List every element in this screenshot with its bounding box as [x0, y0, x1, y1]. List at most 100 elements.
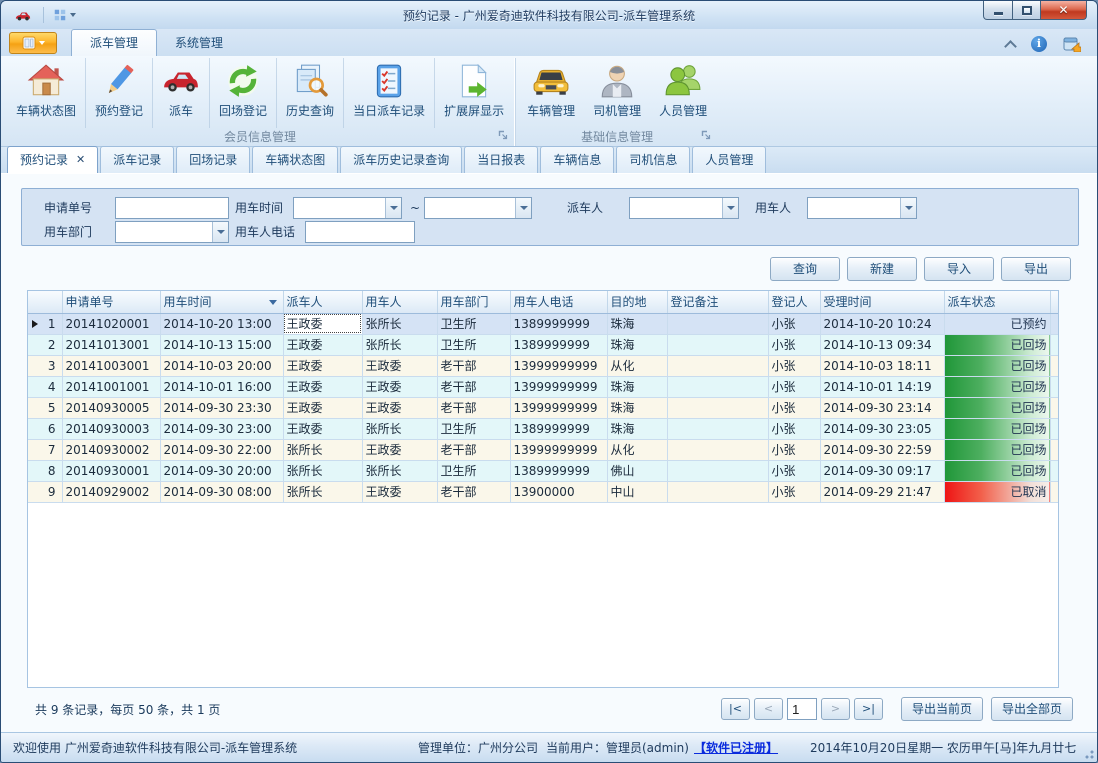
ribbon-button-history-query[interactable]: 历史查询 — [276, 58, 343, 128]
cell-派车状态[interactable]: 已回场 — [944, 334, 1050, 355]
cell-登记人[interactable]: 小张 — [768, 376, 820, 397]
cell-派车状态[interactable]: 已回场 — [944, 439, 1050, 460]
department-combo[interactable] — [115, 221, 229, 243]
row-indicator[interactable]: 8 — [28, 460, 62, 481]
cell-用车部门[interactable]: 卫生所 — [437, 418, 510, 439]
grid-header-col-7[interactable]: 登记备注 — [667, 291, 768, 313]
cell-登记备注[interactable] — [667, 439, 768, 460]
use-time-to-combo[interactable] — [424, 197, 532, 219]
row-indicator[interactable]: 5 — [28, 397, 62, 418]
combo-dropdown-button[interactable] — [515, 198, 531, 218]
ribbon-tab-dispatch[interactable]: 派车管理 — [71, 29, 157, 56]
cell-登记备注[interactable] — [667, 313, 768, 334]
cell-用车人电话[interactable]: 1389999999 — [510, 418, 607, 439]
row-indicator[interactable]: 9 — [28, 481, 62, 502]
page-number-input[interactable] — [787, 698, 817, 720]
cell-登记人[interactable]: 小张 — [768, 334, 820, 355]
ribbon-tab-system[interactable]: 系统管理 — [157, 30, 241, 56]
dialog-launcher-icon[interactable] — [701, 130, 712, 141]
resize-grip[interactable] — [1082, 747, 1094, 759]
cell-用车时间[interactable]: 2014-10-20 13:00 — [160, 313, 283, 334]
cell-用车人电话[interactable]: 1389999999 — [510, 460, 607, 481]
cell-登记备注[interactable] — [667, 418, 768, 439]
cell-申请单号[interactable]: 20140930001 — [62, 460, 160, 481]
last-page-button[interactable]: >| — [854, 698, 883, 720]
minimize-button[interactable] — [983, 1, 1013, 20]
cell-派车状态[interactable]: 已回场 — [944, 397, 1050, 418]
cell-派车人[interactable]: 王政委 — [283, 334, 362, 355]
grid-header-col-3[interactable]: 用车人 — [362, 291, 437, 313]
user-phone-input[interactable] — [305, 221, 415, 243]
dialog-launcher-icon[interactable] — [498, 130, 509, 141]
cell-用车人[interactable]: 王政委 — [362, 397, 437, 418]
doc-tab-7[interactable]: 司机信息 — [616, 146, 690, 173]
use-time-from-combo[interactable] — [293, 197, 402, 219]
skin-style-icon[interactable] — [1063, 36, 1081, 52]
cell-派车状态[interactable]: 已回场 — [944, 376, 1050, 397]
table-row[interactable]: 7201409300022014-09-30 22:00张所长王政委老干部139… — [28, 439, 1058, 460]
cell-用车人[interactable]: 张所长 — [362, 334, 437, 355]
cell-受理时间[interactable]: 2014-09-30 09:17 — [820, 460, 944, 481]
cell-受理时间[interactable]: 2014-10-20 10:24 — [820, 313, 944, 334]
cell-用车时间[interactable]: 2014-09-30 22:00 — [160, 439, 283, 460]
cell-用车人[interactable]: 王政委 — [362, 439, 437, 460]
cell-用车人电话[interactable]: 13999999999 — [510, 355, 607, 376]
cell-用车部门[interactable]: 老干部 — [437, 355, 510, 376]
cell-目的地[interactable]: 珠海 — [607, 313, 667, 334]
cell-派车状态[interactable]: 已取消 — [944, 481, 1050, 502]
cell-派车状态[interactable]: 已回场 — [944, 355, 1050, 376]
cell-用车人电话[interactable]: 1389999999 — [510, 313, 607, 334]
doc-tab-8[interactable]: 人员管理 — [692, 146, 766, 173]
export-current-page-button[interactable]: 导出当前页 — [901, 697, 983, 721]
cell-受理时间[interactable]: 2014-09-29 21:47 — [820, 481, 944, 502]
cell-用车部门[interactable]: 卫生所 — [437, 313, 510, 334]
cell-申请单号[interactable]: 20141003001 — [62, 355, 160, 376]
cell-派车人[interactable]: 张所长 — [283, 481, 362, 502]
cell-登记人[interactable]: 小张 — [768, 397, 820, 418]
cell-派车人[interactable]: 王政委 — [283, 397, 362, 418]
export-button[interactable]: 导出 — [1001, 257, 1071, 281]
cell-受理时间[interactable]: 2014-10-03 18:11 — [820, 355, 944, 376]
cell-派车人[interactable]: 王政委 — [283, 418, 362, 439]
query-button[interactable]: 查询 — [770, 257, 840, 281]
ribbon-button-return-registration[interactable]: 回场登记 — [209, 58, 276, 128]
row-indicator[interactable]: 1 — [28, 313, 62, 334]
table-row[interactable]: 4201410010012014-10-01 16:00王政委王政委老干部139… — [28, 376, 1058, 397]
doc-tab-4[interactable]: 派车历史记录查询 — [340, 146, 462, 173]
cell-用车人[interactable]: 张所长 — [362, 418, 437, 439]
cell-用车时间[interactable]: 2014-10-03 20:00 — [160, 355, 283, 376]
grid-header-col-10[interactable]: 派车状态 — [944, 291, 1050, 313]
create-button[interactable]: 新建 — [847, 257, 917, 281]
grid-header-col-1[interactable]: 用车时间 — [160, 291, 283, 313]
software-registered-link[interactable]: 【软件已注册】 — [694, 739, 810, 756]
ribbon-button-today-dispatch-records[interactable]: 当日派车记录 — [343, 58, 434, 128]
cell-派车状态[interactable]: 已回场 — [944, 460, 1050, 481]
table-row[interactable]: 6201409300032014-09-30 23:00王政委张所长卫生所138… — [28, 418, 1058, 439]
ribbon-button-reservation[interactable]: 预约登记 — [85, 58, 152, 128]
cell-用车时间[interactable]: 2014-09-30 20:00 — [160, 460, 283, 481]
row-indicator[interactable]: 7 — [28, 439, 62, 460]
user-combo[interactable] — [807, 197, 917, 219]
grid-header-col-9[interactable]: 受理时间 — [820, 291, 944, 313]
close-button[interactable]: ✕ — [1041, 1, 1087, 20]
cell-目的地[interactable]: 中山 — [607, 481, 667, 502]
cell-申请单号[interactable]: 20140930003 — [62, 418, 160, 439]
grid-header-col-8[interactable]: 登记人 — [768, 291, 820, 313]
cell-用车人电话[interactable]: 13999999999 — [510, 439, 607, 460]
cell-用车时间[interactable]: 2014-09-30 23:30 — [160, 397, 283, 418]
table-row[interactable]: 3201410030012014-10-03 20:00王政委王政委老干部139… — [28, 355, 1058, 376]
cell-登记人[interactable]: 小张 — [768, 481, 820, 502]
cell-派车状态[interactable]: 已预约 — [944, 313, 1050, 334]
grid-header-col-5[interactable]: 用车人电话 — [510, 291, 607, 313]
doc-tab-1[interactable]: 派车记录 — [100, 146, 174, 173]
cell-用车部门[interactable]: 老干部 — [437, 439, 510, 460]
prev-page-button[interactable]: < — [754, 698, 783, 720]
cell-目的地[interactable]: 从化 — [607, 355, 667, 376]
cell-派车状态[interactable]: 已回场 — [944, 418, 1050, 439]
doc-tab-5[interactable]: 当日报表 — [464, 146, 538, 173]
info-icon[interactable]: i — [1031, 36, 1047, 52]
table-row[interactable]: 5201409300052014-09-30 23:30王政委王政委老干部139… — [28, 397, 1058, 418]
close-tab-icon[interactable]: ✕ — [76, 154, 85, 165]
combo-dropdown-button[interactable] — [385, 198, 401, 218]
cell-受理时间[interactable]: 2014-09-30 23:14 — [820, 397, 944, 418]
